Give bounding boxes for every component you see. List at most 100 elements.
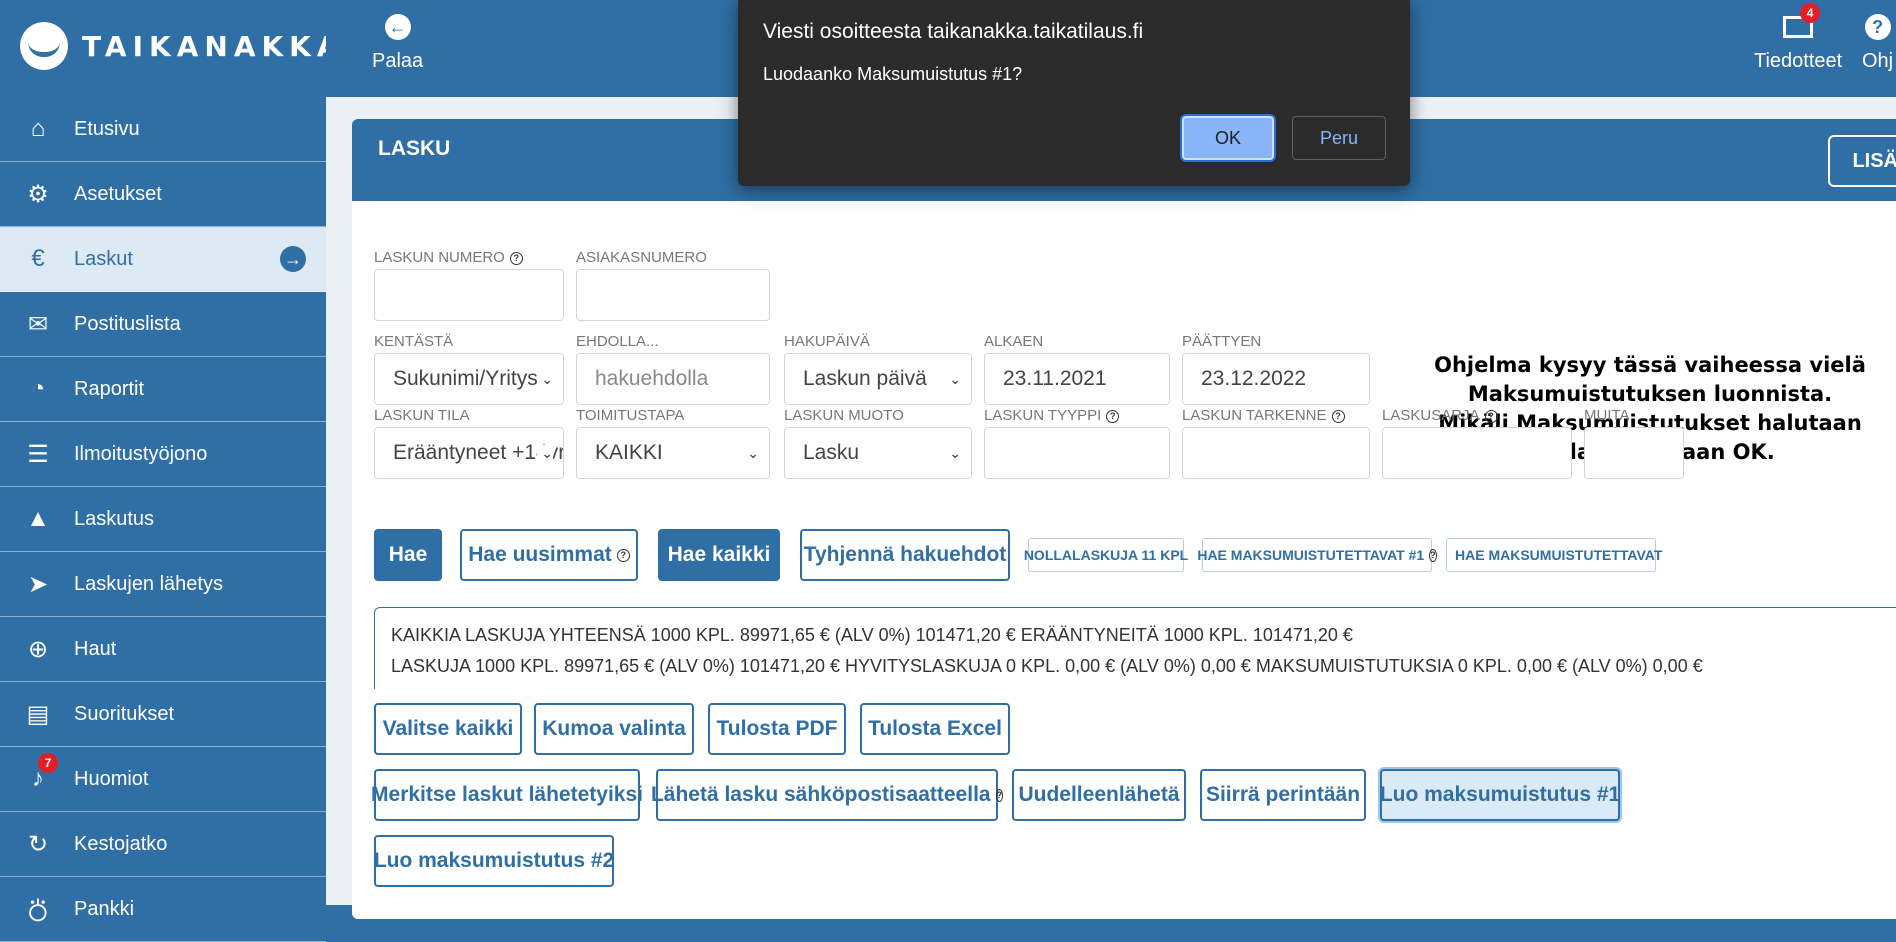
book-icon: ▤	[26, 700, 50, 728]
other-input[interactable]	[1584, 427, 1684, 479]
format-select: LASKUN MUOTO Lasku ⌄	[784, 407, 972, 479]
sidebar-item-label: Asetukset	[74, 182, 162, 205]
send-email-button[interactable]: Lähetä lasku sähköpostisaatteella?	[651, 769, 1004, 821]
home-icon: ⌂	[30, 115, 46, 142]
chevron-down-icon: ⌄	[747, 444, 759, 461]
sidebar-item-laskut[interactable]: € Laskut →	[0, 227, 326, 292]
help-button[interactable]: ? Ohj	[1862, 14, 1893, 73]
start-date-input[interactable]: 23.11.2021	[984, 353, 1170, 405]
transfer-collection-button[interactable]: Siirrä perintään	[1200, 769, 1366, 821]
sidebar-item-label: Haut	[74, 637, 117, 660]
search-button[interactable]: Hae	[374, 529, 442, 581]
sidebar-item-label: Suoritukset	[74, 702, 175, 725]
sidebar-item-label: Laskut	[74, 247, 133, 270]
cancel-button[interactable]: Peru	[1292, 116, 1386, 160]
ok-button[interactable]: OK	[1182, 116, 1274, 160]
back-button[interactable]: ← Palaa	[372, 14, 423, 73]
sidebar-item-suoritukset[interactable]: ▤ Suoritukset	[0, 682, 326, 747]
print-pdf-button[interactable]: Tulosta PDF	[708, 703, 846, 755]
series-field: LASKUSARJA?	[1382, 407, 1572, 479]
news-label: Tiedotteet	[1754, 50, 1843, 72]
create-reminder-2-button[interactable]: Luo maksumuistutus #2	[374, 835, 614, 887]
print-excel-button[interactable]: Tulosta Excel	[860, 703, 1010, 755]
add-button[interactable]: LISÄ	[1828, 135, 1896, 187]
help-icon[interactable]: ?	[509, 252, 523, 265]
search-date-select: HAKUPÄIVÄ Laskun päivä ⌄	[784, 333, 972, 405]
series-input[interactable]	[1382, 427, 1572, 479]
sidebar-item-etusivu[interactable]: ⌂ Etusivu	[0, 97, 326, 162]
clear-search-button[interactable]: Tyhjennä hakuehdot	[800, 529, 1010, 581]
chevron-down-icon: ⌄	[949, 370, 961, 387]
undo-selection-button[interactable]: Kumoa valinta	[534, 703, 694, 755]
logo-mark	[20, 22, 68, 70]
field-from-select: KENTÄSTÄ Sukunimi/Yritys ⌄	[374, 333, 564, 405]
search-newest-button[interactable]: Hae uusimmat?	[460, 529, 638, 581]
arrow-right-icon: →	[280, 246, 306, 272]
summary-line-1: KAIKKIA LASKUJA YHTEENSÄ 1000 KPL. 89971…	[391, 625, 1353, 645]
fetch-reminders-1-button[interactable]: HAE MAKSUMUISTUTETTAVAT #1?	[1197, 538, 1437, 572]
other-field: MUITA	[1584, 407, 1684, 479]
sidebar-item-raportit[interactable]: ◔ Raportit	[0, 357, 326, 422]
sidebar-item-haut[interactable]: ⊕ Haut	[0, 617, 326, 682]
end-date-field: PÄÄTTYEN 23.12.2022	[1182, 333, 1370, 405]
news-button[interactable]: 4 Tiedotteet	[1754, 3, 1843, 73]
sidebar-item-laskutus[interactable]: ▲ Laskutus	[0, 487, 326, 552]
sidebar-item-kestojatko[interactable]: ↻ Kestojatko	[0, 812, 326, 877]
customer-number-input[interactable]	[576, 269, 770, 321]
refinement-input[interactable]	[1182, 427, 1370, 479]
sidebar-item-label: Huomiot	[74, 767, 149, 790]
sidebar-item-huomiot[interactable]: ♪ Huomiot 7	[0, 747, 326, 812]
create-reminder-1-button[interactable]: Luo maksumuistutus #1	[1380, 769, 1620, 821]
search-all-button[interactable]: Hae kaikki	[658, 529, 780, 581]
condition-input[interactable]: hakuehdolla	[576, 353, 770, 405]
notification-badge: 7	[38, 753, 58, 773]
sidebar-menu: ⌂ Etusivu ⚙ Asetukset € Laskut → ✉ Postituslista…	[0, 97, 326, 942]
select-all-button[interactable]: Valitse kaikki	[374, 703, 522, 755]
chevron-down-icon: ⌄	[537, 444, 553, 462]
chevron-down-icon: ⌄	[541, 370, 553, 387]
condition-field: EHDOLLA... hakuehdolla	[576, 333, 770, 405]
field-from-label: KENTÄSTÄ	[374, 333, 454, 350]
help-icon: ?	[616, 548, 630, 562]
brand-name: TAIKANAKKA	[82, 29, 345, 63]
other-label: MUITA	[1584, 407, 1630, 424]
help-icon[interactable]: ?	[1106, 410, 1120, 423]
condition-label: EHDOLLA...	[576, 333, 659, 350]
mark-sent-button[interactable]: Merkitse laskut lähetetyiksi	[371, 769, 643, 821]
sidebar-item-label: Kestojatko	[74, 832, 168, 855]
end-date-label: PÄÄTTYEN	[1182, 333, 1262, 350]
sidebar-item-ilmoitustyöjono[interactable]: ☰ Ilmoitustyöjono	[0, 422, 326, 487]
dialog-message: Luodaanko Maksumuistutus #1?	[763, 64, 1023, 84]
search-date-dropdown[interactable]: Laskun päivä ⌄	[784, 353, 972, 405]
dialog-title: Viesti osoitteesta taikanakka.taikatilau…	[763, 20, 1144, 43]
sidebar-item-asetukset[interactable]: ⚙ Asetukset	[0, 162, 326, 227]
sidebar-item-pankki[interactable]: ⛣ Pankki	[0, 877, 326, 942]
delivery-select: TOIMITUSTAPA KAIKKI ⌄	[576, 407, 770, 479]
status-select: LASKUN TILA Erääntyneet +14vrk ⌄	[374, 407, 564, 479]
invoice-number-label: LASKUN NUMERO	[374, 249, 505, 266]
delivery-label: TOIMITUSTAPA	[576, 407, 685, 424]
help-icon[interactable]: ?	[1331, 410, 1345, 423]
help-icon[interactable]: ?	[1484, 410, 1498, 423]
main-content: LASKU LISÄ LASKUN NUMERO? ASIAKASNUMERO …	[326, 97, 1896, 919]
field-from-dropdown[interactable]: Sukunimi/Yritys ⌄	[374, 353, 564, 405]
help-icon: ?	[1429, 548, 1437, 562]
delivery-dropdown[interactable]: KAIKKI ⌄	[576, 427, 770, 479]
status-dropdown[interactable]: Erääntyneet +14vrk ⌄	[374, 427, 564, 479]
app-logo[interactable]: TAIKANAKKA	[20, 18, 345, 74]
invoice-number-input[interactable]	[374, 269, 564, 321]
help-icon: ?	[995, 788, 1004, 802]
type-input[interactable]	[984, 427, 1170, 479]
zoom-in-icon: ⊕	[27, 635, 49, 663]
resend-button[interactable]: Uudelleenlähetä	[1012, 769, 1186, 821]
zero-invoices-button[interactable]: NOLLALASKUJA 11 KPL	[1024, 538, 1188, 572]
sidebar-item-label: Pankki	[74, 897, 135, 920]
sidebar-item-postituslista[interactable]: ✉ Postituslista	[0, 292, 326, 357]
chevron-down-icon: ⌄	[949, 444, 961, 461]
format-dropdown[interactable]: Lasku ⌄	[784, 427, 972, 479]
fetch-reminders-2-button[interactable]: HAE MAKSUMUISTUTETTAVAT	[1446, 538, 1662, 572]
sidebar-item-label: Laskutus	[74, 507, 155, 530]
end-date-input[interactable]: 23.12.2022	[1182, 353, 1370, 405]
paper-plane-icon: ➤	[27, 570, 49, 598]
sidebar-item-laskujen-lähetys[interactable]: ➤ Laskujen lähetys	[0, 552, 326, 617]
